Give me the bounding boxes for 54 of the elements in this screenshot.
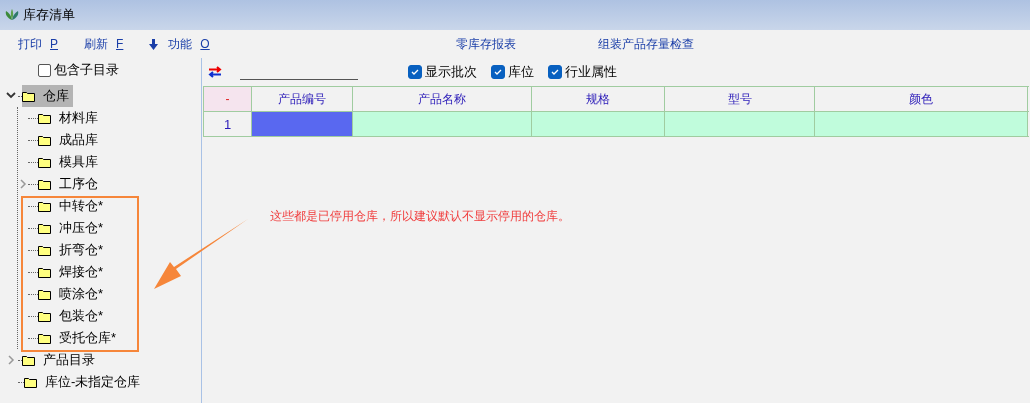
table-cell[interactable] [665,112,815,136]
toolbar-link[interactable]: 刷新 F [84,35,124,53]
folder-icon [22,90,35,102]
folder-icon [38,310,51,322]
tree-item[interactable]: 折弯仓* [38,239,108,261]
tree-item[interactable]: 中转仓* [38,195,108,217]
option-checkbox[interactable]: 行业属性 [548,63,617,81]
tree-item[interactable]: 材料库 [38,107,102,129]
folder-icon [38,222,51,234]
folder-icon [38,332,51,344]
folder-icon [38,266,51,278]
folder-icon [38,134,51,146]
down-arrow-icon [149,38,159,50]
folder-icon [38,156,51,168]
folder-icon [22,354,35,366]
table-cell[interactable] [815,112,1028,136]
tree-item[interactable]: 受托仓库* [38,327,121,349]
option-checkbox[interactable]: 库位 [491,63,534,81]
table-cell[interactable] [532,112,665,136]
tree-item[interactable]: 模具库 [38,151,102,173]
report-link[interactable]: 零库存报表 [455,35,516,53]
check-icon [550,67,560,77]
column-header[interactable]: - [204,87,252,111]
expand-chevron-icon[interactable] [6,92,16,100]
include-subfolders-checkbox[interactable]: 包含子目录 [38,62,201,78]
folder-icon [38,178,51,190]
tree-item[interactable]: 成品库 [38,129,102,151]
folder-icon [38,200,51,212]
folder-icon [24,376,37,388]
toolbar-link[interactable]: 打印 P [18,35,58,53]
tree-item[interactable]: 产品目录 [22,349,99,371]
collapse-chevron-icon[interactable] [19,179,27,189]
folder-icon [38,288,51,300]
tree-item[interactable]: 库位-未指定仓库 [24,371,145,393]
table-cell[interactable] [353,112,532,136]
tree-item[interactable]: 喷涂仓* [38,283,108,305]
folder-icon [38,112,51,124]
tree-item[interactable]: 仓库 [22,85,73,107]
function-menu[interactable]: 功能 O [149,35,210,53]
table-cell[interactable] [252,112,353,136]
tree-item[interactable]: 包装仓* [38,305,108,327]
check-icon [410,67,420,77]
swap-arrows-icon[interactable] [208,66,222,78]
tree-item[interactable]: 工序仓 [38,173,102,195]
collapse-chevron-icon[interactable] [7,355,15,365]
leaf-icon [4,8,20,22]
tree-item[interactable]: 冲压仓* [38,217,108,239]
annotation-text: 这些都是已停用仓库，所以建议默认不显示停用的仓库。 [270,208,570,225]
folder-icon [38,244,51,256]
check-icon [493,67,503,77]
option-checkbox[interactable]: 显示批次 [408,63,477,81]
report-link[interactable]: 组装产品存量检查 [597,35,694,53]
tree-item[interactable]: 焊接仓* [38,261,108,283]
window-title: 库存清单 [23,6,75,24]
